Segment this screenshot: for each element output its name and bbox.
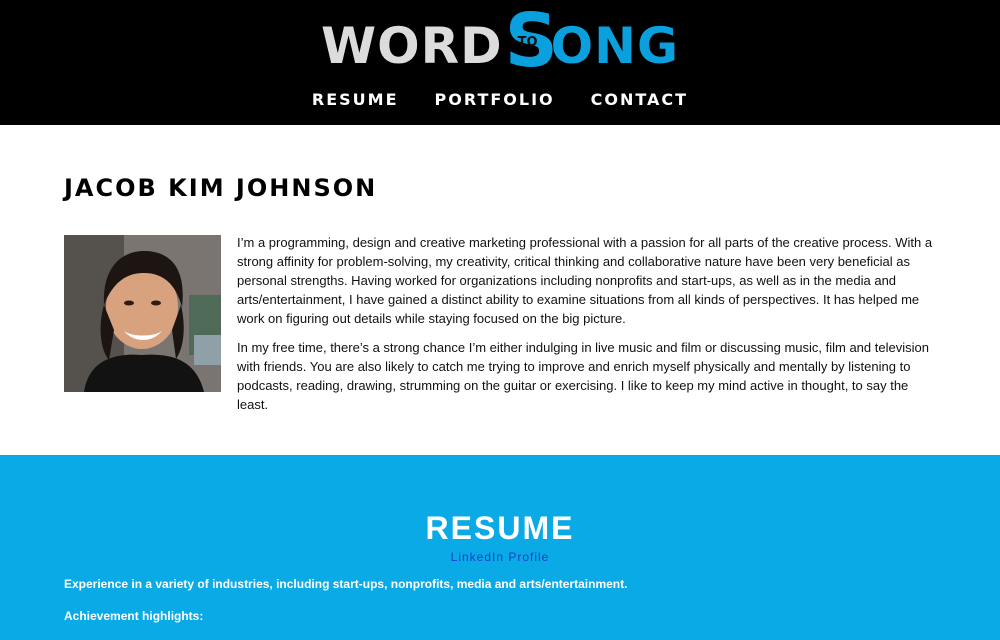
logo-s-mark: S TO [505, 4, 558, 82]
profile-photo [64, 235, 221, 392]
logo-ong-text: ONG [550, 17, 680, 75]
main-nav: RESUME PORTFOLIO CONTACT [0, 90, 1000, 109]
page-title: JACOB KIM JOHNSON [64, 174, 378, 202]
profile-photo-illustration [64, 235, 221, 392]
nav-resume[interactable]: RESUME [312, 90, 399, 109]
about-section: JACOB KIM JOHNSON I’m a programming, des… [0, 125, 1000, 455]
site-header: WORD S TO ONG RESUME PORTFOLIO CONTACT [0, 0, 1000, 125]
bio-paragraph: In my free time, there’s a strong chance… [237, 340, 929, 412]
nav-contact[interactable]: CONTACT [591, 90, 688, 109]
resume-heading: RESUME [425, 510, 575, 546]
experience-summary: Experience in a variety of industries, i… [64, 577, 628, 591]
resume-section: RESUME LinkedIn Profile Experience in a … [0, 455, 1000, 640]
achievements-heading: Achievement highlights: [64, 609, 204, 623]
bio-paragraph: I’m a programming, design and creative m… [237, 235, 933, 326]
bio-text: I’m a programming, design and creative m… [237, 233, 937, 424]
logo-word-text: WORD [320, 17, 503, 75]
site-logo[interactable]: WORD S TO ONG [0, 4, 1000, 82]
nav-portfolio[interactable]: PORTFOLIO [435, 90, 555, 109]
logo-to-text: TO [517, 35, 538, 50]
linkedin-profile-link[interactable]: LinkedIn Profile [0, 550, 1000, 564]
